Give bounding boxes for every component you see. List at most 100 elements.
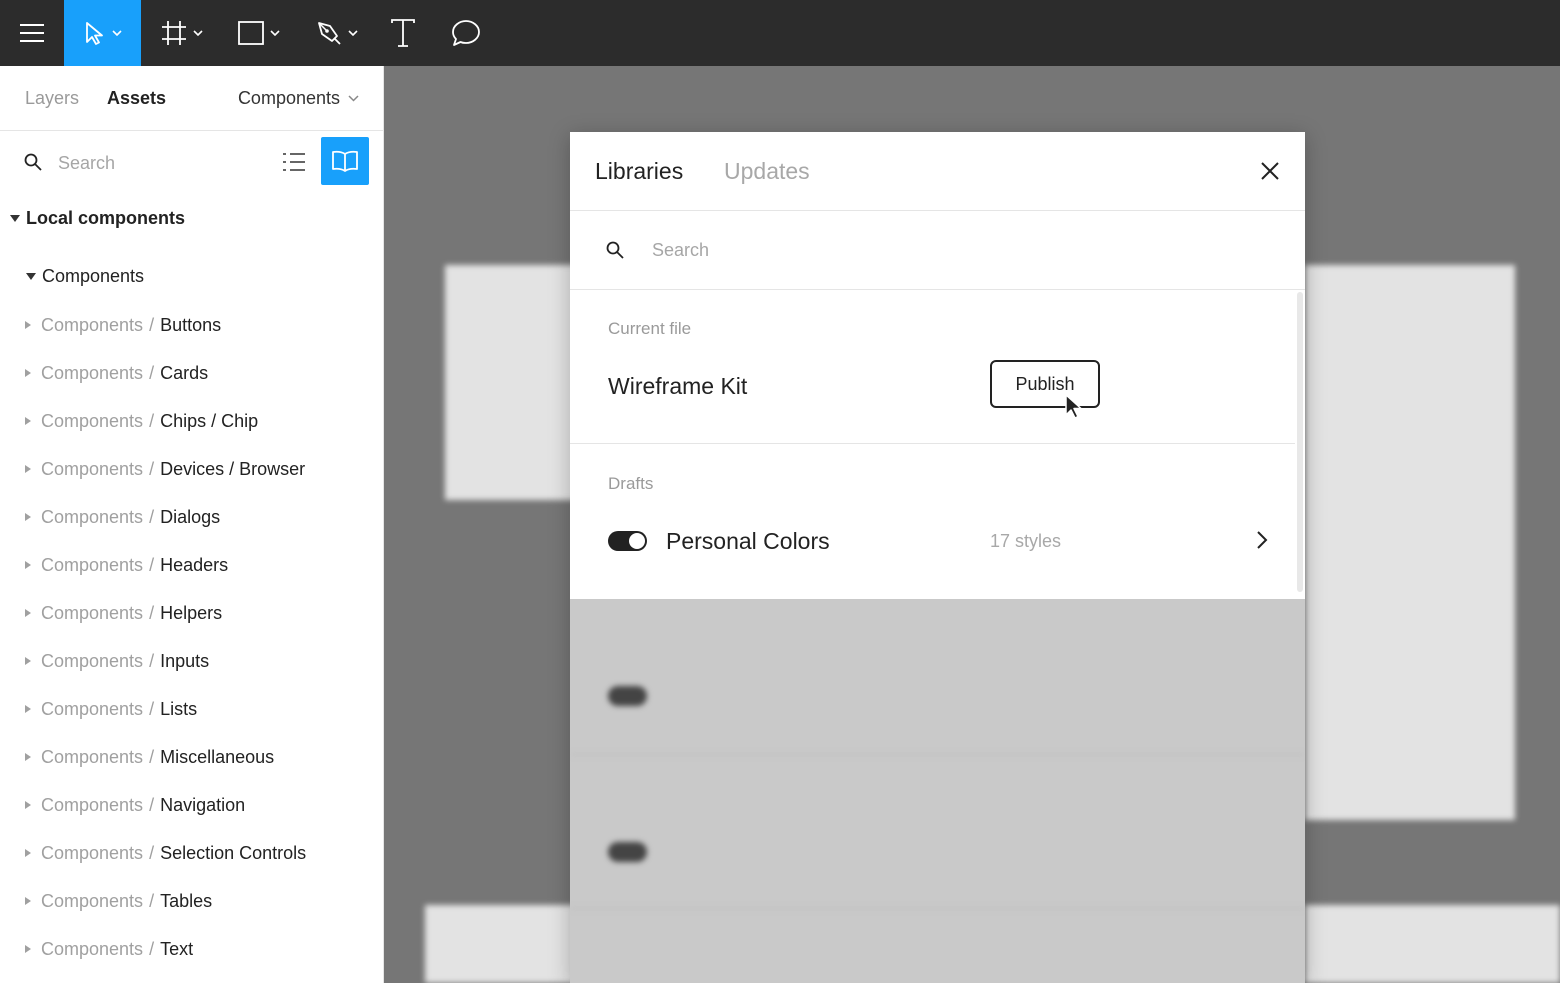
component-list-item[interactable]: Components / Devices / Browser <box>25 445 306 493</box>
caret-right-icon <box>25 561 31 569</box>
caret-right-icon <box>25 945 31 953</box>
library-toggle[interactable] <box>608 531 647 551</box>
component-prefix: Components <box>41 698 144 719</box>
component-list-item[interactable]: Components / Tables <box>25 877 306 925</box>
caret-right-icon <box>25 609 31 617</box>
blurred-toggle <box>608 686 647 706</box>
component-name: Devices / Browser <box>160 458 306 479</box>
component-list-item[interactable]: Components / Text <box>25 925 306 973</box>
component-prefix: Components <box>41 890 144 911</box>
rectangle-icon <box>238 21 264 45</box>
local-components-header[interactable]: Local components <box>10 208 185 229</box>
chevron-right-icon[interactable] <box>1256 530 1268 550</box>
component-list-item[interactable]: Components / Dialogs <box>25 493 306 541</box>
caret-right-icon <box>25 753 31 761</box>
component-prefix: Components <box>41 938 144 959</box>
path-separator: / <box>149 794 155 815</box>
caret-down-icon <box>26 273 36 280</box>
tab-libraries[interactable]: Libraries <box>595 158 683 185</box>
path-separator: / <box>149 554 155 575</box>
drafts-label: Drafts <box>608 474 654 493</box>
current-file-label: Current file <box>608 319 692 338</box>
component-name: Text <box>160 938 194 959</box>
component-name: Inputs <box>160 650 210 671</box>
component-list-item[interactable]: Components / Cards <box>25 349 306 397</box>
component-prefix: Components <box>41 650 144 671</box>
list-view-button[interactable] <box>278 145 310 179</box>
path-separator: / <box>149 842 155 863</box>
top-toolbar <box>0 0 1560 66</box>
component-list-item[interactable]: Components / Miscellaneous <box>25 733 306 781</box>
path-separator: / <box>149 650 155 671</box>
component-name: Helpers <box>160 602 223 623</box>
blurred-divider <box>570 908 1305 909</box>
comment-tool-button[interactable] <box>434 0 498 66</box>
blurred-section-label <box>608 630 612 648</box>
hamburger-icon <box>20 24 44 42</box>
blurred-divider <box>570 754 1305 755</box>
caret-down-icon <box>10 215 20 222</box>
component-prefix: Components <box>41 602 144 623</box>
team-library-button[interactable] <box>321 137 369 185</box>
caret-right-icon <box>25 417 31 425</box>
main-menu-button[interactable] <box>0 0 64 66</box>
path-separator: / <box>149 746 155 767</box>
close-button[interactable] <box>1255 156 1285 186</box>
move-tool-button[interactable] <box>64 0 141 66</box>
path-separator: / <box>149 938 155 959</box>
component-prefix: Components <box>41 410 144 431</box>
component-list-item[interactable]: Components / Lists <box>25 685 306 733</box>
modal-scrollbar[interactable] <box>1297 292 1303 592</box>
pen-tool-button[interactable] <box>304 0 370 66</box>
path-separator: / <box>149 602 155 623</box>
pen-icon <box>318 22 341 45</box>
close-icon <box>1261 162 1279 180</box>
component-prefix: Components <box>41 794 144 815</box>
library-search-input[interactable] <box>650 235 1214 265</box>
shape-tool-button[interactable] <box>226 0 292 66</box>
component-list-item[interactable]: Components / Navigation <box>25 781 306 829</box>
component-list-item[interactable]: Components / Chips / Chip <box>25 397 306 445</box>
tab-assets[interactable]: Assets <box>107 88 166 109</box>
component-list-item[interactable]: Components / Selection Controls <box>25 829 306 877</box>
modal-content: Libraries Updates Current file Wireframe… <box>570 132 1305 599</box>
chevron-down-icon <box>348 95 359 102</box>
path-separator: / <box>149 506 155 527</box>
chevron-down-icon <box>348 30 358 36</box>
component-name: Navigation <box>160 794 246 815</box>
components-group-header[interactable]: Components <box>26 266 144 287</box>
component-list-item[interactable]: Components / Headers <box>25 541 306 589</box>
assets-search-row <box>0 131 383 193</box>
text-T-icon <box>391 19 415 47</box>
text-tool-button[interactable] <box>372 0 434 66</box>
path-separator: / <box>149 890 155 911</box>
mouse-pointer-icon <box>1065 394 1082 419</box>
modal-tabs: Libraries Updates <box>570 132 1305 211</box>
section-title: Local components <box>26 208 186 228</box>
component-name: Selection Controls <box>160 842 307 863</box>
search-icon <box>606 241 624 259</box>
component-list: Components / Buttons Components / Cards Compon… <box>25 301 306 973</box>
frame-hash-icon <box>162 21 186 45</box>
frame-tool-button[interactable] <box>150 0 214 66</box>
chevron-down-icon <box>270 30 280 36</box>
component-list-item[interactable]: Components / Buttons <box>25 301 306 349</box>
component-list-item[interactable]: Components / Inputs <box>25 637 306 685</box>
section-divider <box>570 443 1295 444</box>
component-name: Headers <box>160 554 229 575</box>
component-prefix: Components <box>41 458 144 479</box>
component-list-item[interactable]: Components / Helpers <box>25 589 306 637</box>
styles-count: 17 styles <box>990 531 1062 551</box>
component-prefix: Components <box>41 314 144 335</box>
path-separator: / <box>149 410 155 431</box>
caret-right-icon <box>25 465 31 473</box>
path-separator: / <box>149 314 155 335</box>
page-dropdown[interactable]: Components <box>238 88 359 109</box>
toggle-knob <box>629 533 645 549</box>
current-file-title: Wireframe Kit <box>608 373 748 399</box>
tab-layers[interactable]: Layers <box>25 88 79 109</box>
assets-search-input[interactable] <box>56 149 260 177</box>
tab-updates[interactable]: Updates <box>724 158 810 185</box>
component-name: Miscellaneous <box>160 746 275 767</box>
chevron-down-icon <box>111 30 122 36</box>
